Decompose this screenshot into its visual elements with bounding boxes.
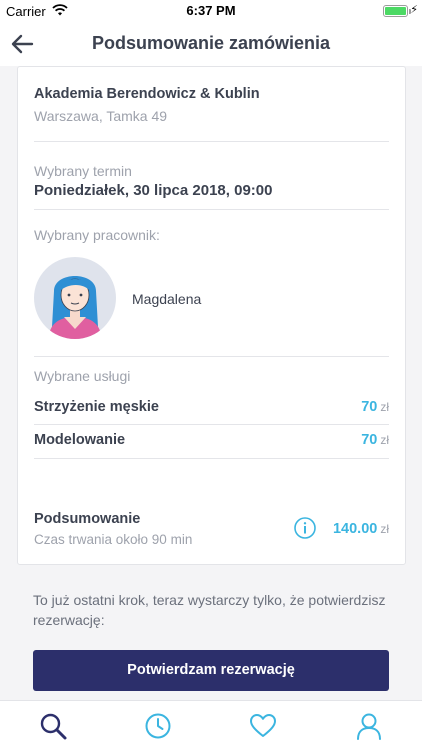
charging-icon: ⚡ bbox=[410, 4, 418, 16]
confirmation-note: To już ostatni krok, teraz wystarczy tyl… bbox=[33, 592, 386, 628]
salon-name: Akademia Berendowicz & Kublin bbox=[34, 86, 260, 102]
divider bbox=[34, 356, 389, 357]
service-name: Modelowanie bbox=[34, 432, 126, 448]
service-price: 70 zł bbox=[361, 432, 389, 448]
tab-search[interactable] bbox=[38, 711, 68, 741]
services-label: Wybrane usługi bbox=[34, 368, 131, 384]
term-value: Poniedziałek, 30 lipca 2018, 09:00 bbox=[34, 182, 273, 199]
order-summary-card: Akademia Berendowicz & Kublin Warszawa, … bbox=[17, 66, 406, 565]
status-time: 6:37 PM bbox=[186, 3, 236, 18]
employee-name: Magdalena bbox=[132, 291, 202, 307]
nav-bar: Podsumowanie zamówienia bbox=[0, 22, 422, 66]
service-name: Strzyżenie męskie bbox=[34, 399, 159, 415]
user-icon bbox=[357, 713, 381, 740]
avatar bbox=[34, 257, 116, 339]
order-total: 140.00 zł bbox=[332, 521, 389, 537]
status-bar: Carrier 6:37 PM ⚡ bbox=[0, 0, 422, 22]
summary-title: Podsumowanie bbox=[34, 511, 141, 527]
info-icon[interactable] bbox=[294, 517, 316, 539]
search-icon bbox=[40, 713, 67, 740]
term-label: Wybrany termin bbox=[34, 163, 132, 179]
confirm-reservation-button[interactable]: Potwierdzam rezerwację bbox=[33, 650, 389, 691]
divider bbox=[34, 209, 389, 210]
service-price: 70 zł bbox=[361, 399, 389, 415]
clock-icon bbox=[145, 713, 171, 739]
page-title: Podsumowanie zamówienia bbox=[91, 33, 331, 53]
salon-address: Warszawa, Tamka 49 bbox=[34, 108, 168, 124]
divider bbox=[34, 141, 389, 142]
summary-duration: Czas trwania około 90 min bbox=[34, 532, 193, 547]
divider bbox=[34, 458, 389, 459]
tab-history[interactable] bbox=[143, 711, 173, 741]
list-item: Strzyżenie męskie 70 zł bbox=[34, 391, 389, 424]
list-item: Modelowanie 70 zł bbox=[34, 424, 389, 457]
tab-bar bbox=[0, 700, 422, 750]
heart-icon bbox=[250, 714, 276, 737]
tab-favorites[interactable] bbox=[248, 711, 278, 741]
employee-label: Wybrany pracownik: bbox=[34, 227, 160, 243]
tab-profile[interactable] bbox=[354, 711, 384, 741]
battery-icon bbox=[383, 5, 411, 17]
